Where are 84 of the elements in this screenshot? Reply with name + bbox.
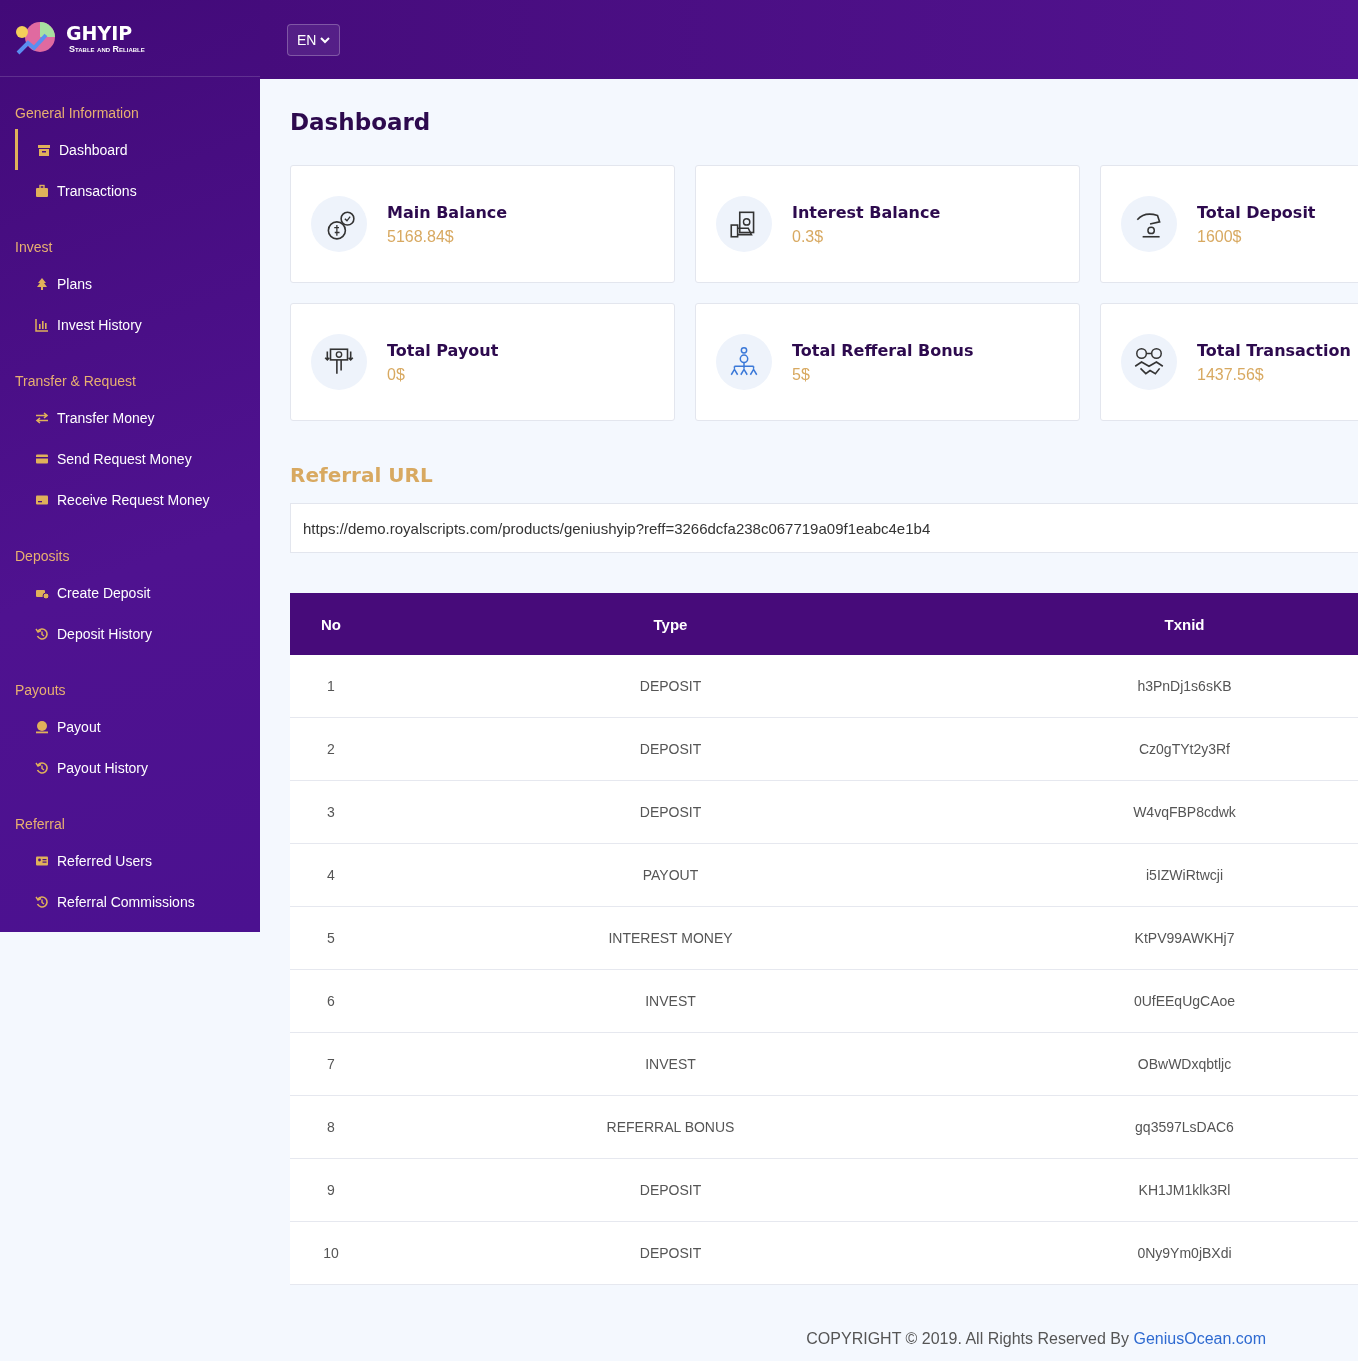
table-cell: INVEST bbox=[372, 969, 969, 1033]
stat-title: Total Transaction bbox=[1197, 340, 1351, 360]
table-cell: 0UfEEqUgCAoe bbox=[969, 969, 1358, 1033]
stat-value: 1600$ bbox=[1197, 227, 1243, 246]
briefcase-icon bbox=[35, 183, 49, 198]
sidebar-section-title: Transfer & Request bbox=[14, 373, 137, 389]
history-icon bbox=[35, 626, 49, 641]
table-cell: 9 bbox=[290, 1158, 372, 1222]
sidebar-item[interactable]: Receive Request Money bbox=[0, 479, 260, 520]
table-cell: 1 bbox=[290, 655, 372, 718]
stat-value: 5168.84$ bbox=[387, 227, 455, 246]
caret-icon bbox=[320, 35, 331, 44]
table-cell: 8 bbox=[290, 1095, 372, 1159]
footer-link[interactable]: GeniusOcean.com bbox=[1133, 1330, 1266, 1347]
table-cell: INTEREST MONEY bbox=[372, 906, 969, 970]
table-cell: i5IZWiRtwcji bbox=[969, 843, 1358, 907]
bar-chart-icon bbox=[35, 317, 49, 332]
table-cell: 0Ny9Ym0jBXdi bbox=[969, 1221, 1358, 1285]
table-cell: KH1JM1klk3Rl bbox=[969, 1158, 1358, 1222]
column-header: No bbox=[290, 593, 372, 655]
sidebar-section-title: Invest bbox=[14, 239, 54, 255]
cash-withdraw-icon bbox=[311, 334, 367, 390]
table-cell: gq3597LsDAC6 bbox=[969, 1095, 1358, 1159]
table-cell: 10 bbox=[290, 1221, 372, 1285]
table-cell: DEPOSIT bbox=[372, 717, 969, 781]
sidebar-item[interactable]: Plans bbox=[0, 263, 260, 304]
table-cell: W4vqFBP8cdwk bbox=[969, 780, 1358, 844]
table-cell: Cz0gTYt2y3Rf bbox=[969, 717, 1358, 781]
logo-name: GHYIP bbox=[66, 22, 134, 44]
table-cell: DEPOSIT bbox=[372, 1158, 969, 1222]
column-header: Type bbox=[372, 593, 969, 655]
sidebar-section-title: Referral bbox=[14, 816, 66, 832]
section-title: Referral URL bbox=[290, 463, 434, 487]
sidebar-item[interactable]: Dashboard bbox=[15, 129, 260, 170]
table-cell: REFERRAL BONUS bbox=[372, 1095, 969, 1159]
table-cell: 4 bbox=[290, 843, 372, 907]
stat-value: 0$ bbox=[387, 365, 406, 384]
page-title: Dashboard bbox=[290, 109, 432, 135]
table-cell: 5 bbox=[290, 906, 372, 970]
people-network-icon bbox=[716, 334, 772, 390]
history-icon bbox=[35, 894, 49, 909]
table-cell: KtPV99AWKHj7 bbox=[969, 906, 1358, 970]
stat-value: 1437.56$ bbox=[1197, 365, 1265, 384]
stat-title: Total Payout bbox=[387, 340, 499, 360]
table-cell: DEPOSIT bbox=[372, 655, 969, 718]
sidebar-item[interactable]: Deposit History bbox=[0, 613, 260, 654]
column-header: Txnid bbox=[969, 593, 1358, 655]
sidebar-item[interactable]: Transactions bbox=[0, 170, 260, 211]
sidebar-item[interactable]: Transfer Money bbox=[0, 397, 260, 438]
table-cell: INVEST bbox=[372, 1032, 969, 1096]
cash-in-hand-icon bbox=[716, 196, 772, 252]
box-icon bbox=[37, 142, 51, 157]
stat-title: Total Deposit bbox=[1197, 202, 1316, 222]
sidebar-item[interactable]: Payout bbox=[0, 706, 260, 747]
referral-url-field[interactable]: https://demo.royalscripts.com/products/geniushyip?reff=3266dcfa238c067719a09f1eabc4e1b4 bbox=[290, 503, 1358, 553]
table-cell: 3 bbox=[290, 780, 372, 844]
table-cell: 2 bbox=[290, 717, 372, 781]
logo-tagline: Stable and Reliable bbox=[69, 44, 145, 54]
stat-value: 0.3$ bbox=[792, 227, 825, 246]
sidebar-item[interactable]: Send Request Money bbox=[0, 438, 260, 479]
table-cell: DEPOSIT bbox=[372, 1221, 969, 1285]
sidebar-section-title: General Information bbox=[14, 105, 140, 121]
sidebar-item[interactable]: Payout History bbox=[0, 747, 260, 788]
history-icon bbox=[35, 760, 49, 775]
copyright-text: COPYRIGHT © 2019. All Rights Reserved By bbox=[806, 1330, 1131, 1347]
sidebar-section-title: Payouts bbox=[14, 682, 67, 698]
sidebar-section-title: Deposits bbox=[14, 548, 71, 564]
stat-title: Main Balance bbox=[387, 202, 508, 222]
sidebar-item[interactable]: Referral Commissions bbox=[0, 881, 260, 922]
table-cell: DEPOSIT bbox=[372, 780, 969, 844]
table-cell: PAYOUT bbox=[372, 843, 969, 907]
table-cell: OBwWDxqbtljc bbox=[969, 1032, 1358, 1096]
language-dropdown[interactable]: EN bbox=[287, 23, 341, 56]
stat-title: Interest Balance bbox=[792, 202, 941, 222]
table-cell: 6 bbox=[290, 969, 372, 1033]
table-cell: h3PnDj1s6sKB bbox=[969, 655, 1358, 718]
stat-value: 5$ bbox=[792, 365, 811, 384]
transfer-arrows-icon bbox=[35, 410, 49, 425]
tree-icon bbox=[35, 276, 49, 291]
stat-title: Total Refferal Bonus bbox=[792, 340, 974, 360]
sidebar-item[interactable]: Create Deposit bbox=[0, 572, 260, 613]
sidebar-item[interactable]: Invest History bbox=[0, 304, 260, 345]
sidebar-item[interactable]: Referred Users bbox=[0, 840, 260, 881]
table-cell: 7 bbox=[290, 1032, 372, 1096]
